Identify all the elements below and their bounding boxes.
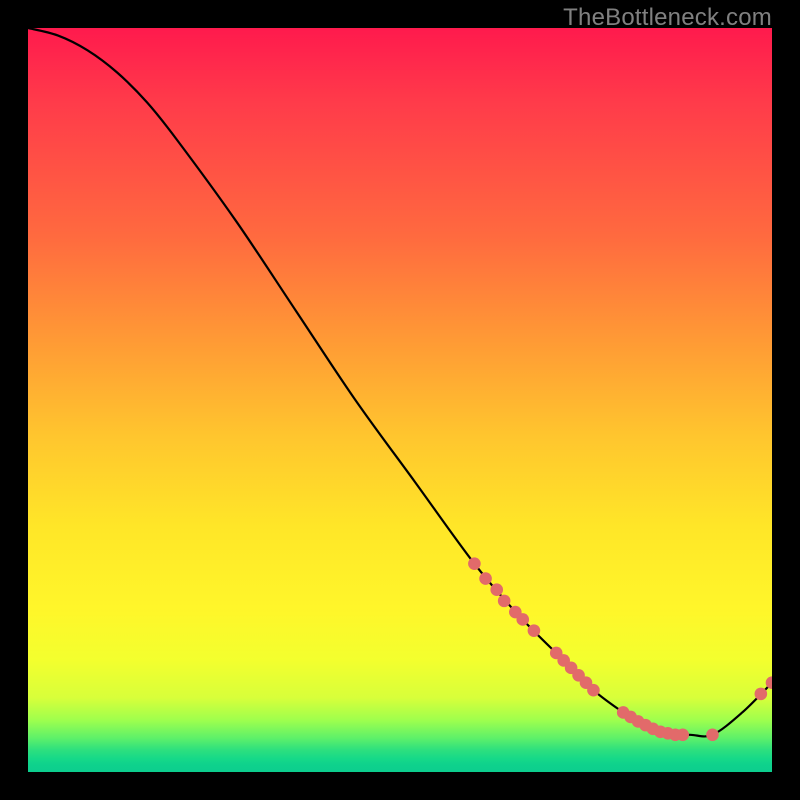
curve-marker — [706, 729, 719, 742]
curve-marker — [755, 688, 768, 701]
curve-marker — [498, 595, 511, 608]
chart-svg — [28, 28, 772, 772]
plot-area — [28, 28, 772, 772]
bottleneck-curve — [28, 28, 772, 736]
curve-marker — [587, 684, 600, 697]
curve-marker — [468, 557, 481, 570]
chart-frame: TheBottleneck.com — [0, 0, 800, 800]
curve-marker — [516, 613, 529, 626]
curve-marker — [479, 572, 492, 585]
curve-markers — [468, 557, 772, 741]
curve-marker — [528, 624, 541, 637]
curve-marker — [676, 729, 689, 742]
curve-marker — [490, 583, 503, 596]
